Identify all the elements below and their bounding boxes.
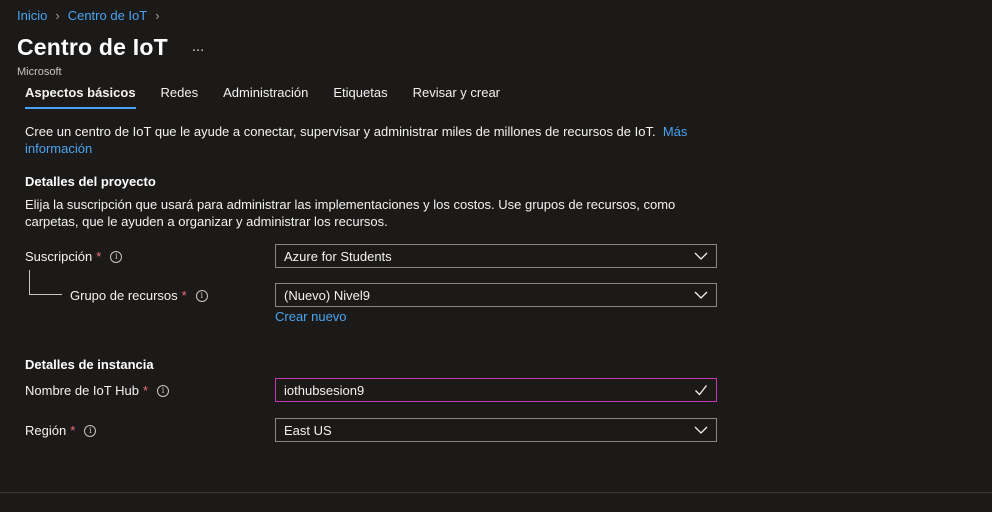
breadcrumb: Inicio › Centro de IoT › <box>17 8 168 23</box>
tab-etiquetas[interactable]: Etiquetas <box>333 85 387 109</box>
resource-group-label: Grupo de recursos * i <box>70 288 208 303</box>
required-marker: * <box>70 423 76 438</box>
page: Inicio › Centro de IoT › Centro de IoT .… <box>0 0 992 512</box>
region-dropdown[interactable]: East US <box>275 418 717 442</box>
resource-group-value: (Nuevo) Nivel9 <box>284 287 370 303</box>
chevron-down-icon <box>694 291 708 299</box>
create-new-link[interactable]: Crear nuevo <box>275 309 347 324</box>
required-marker: * <box>96 249 102 264</box>
chevron-down-icon <box>694 252 708 260</box>
tab-redes[interactable]: Redes <box>161 85 199 109</box>
info-icon[interactable]: i <box>195 289 208 302</box>
checkmark-icon <box>695 385 708 396</box>
tab-administracion[interactable]: Administración <box>223 85 308 109</box>
tab-bar: Aspectos básicos Redes Administración Et… <box>25 85 525 109</box>
project-details-heading: Detalles del proyecto <box>25 174 156 189</box>
title-row: Centro de IoT ... <box>17 34 204 61</box>
region-value: East US <box>284 422 332 438</box>
more-options-button[interactable]: ... <box>192 38 205 55</box>
hub-name-label: Nombre de IoT Hub * i <box>25 383 169 398</box>
subscription-value: Azure for Students <box>284 248 392 264</box>
breadcrumb-centro-iot[interactable]: Centro de IoT <box>68 8 148 23</box>
hub-name-value: iothubsesion9 <box>284 382 365 398</box>
intro-text: Cree un centro de IoT que le ayude a con… <box>25 123 705 157</box>
subscription-label-text: Suscripción <box>25 249 93 264</box>
info-icon[interactable]: i <box>110 250 123 263</box>
page-subtitle: Microsoft <box>17 66 62 78</box>
resource-group-dropdown[interactable]: (Nuevo) Nivel9 <box>275 283 717 307</box>
intro-description: Cree un centro de IoT que le ayude a con… <box>25 124 656 139</box>
footer-divider <box>0 492 992 493</box>
tree-connector <box>29 270 62 295</box>
region-label-text: Región <box>25 423 67 438</box>
tab-aspectos-basicos[interactable]: Aspectos básicos <box>25 85 136 109</box>
hub-name-label-text: Nombre de IoT Hub <box>25 383 139 398</box>
hub-name-input[interactable]: iothubsesion9 <box>275 378 717 402</box>
breadcrumb-inicio[interactable]: Inicio <box>17 8 47 23</box>
subscription-label: Suscripción * i <box>25 249 123 264</box>
chevron-down-icon <box>694 426 708 434</box>
info-icon[interactable]: i <box>84 424 97 437</box>
tab-revisar-crear[interactable]: Revisar y crear <box>413 85 500 109</box>
chevron-right-icon: › <box>155 8 160 23</box>
resource-group-label-text: Grupo de recursos <box>70 288 178 303</box>
info-icon[interactable]: i <box>157 384 169 397</box>
region-label: Región * i <box>25 423 97 438</box>
required-marker: * <box>142 383 148 398</box>
required-marker: * <box>181 288 187 303</box>
subscription-dropdown[interactable]: Azure for Students <box>275 244 717 268</box>
chevron-right-icon: › <box>55 8 60 23</box>
page-title: Centro de IoT <box>17 34 168 60</box>
project-details-description: Elija la suscripción que usará para admi… <box>25 197 676 229</box>
instance-details-heading: Detalles de instancia <box>25 357 154 372</box>
